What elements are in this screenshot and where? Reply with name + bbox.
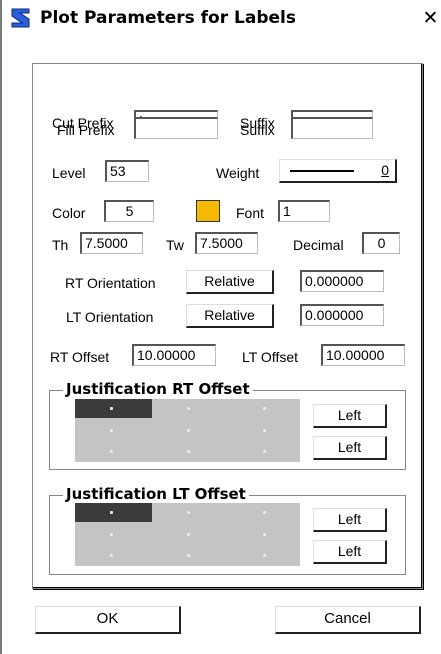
- justification-rt-title: Justification RT Offset: [63, 380, 253, 398]
- grid-dot: [187, 533, 190, 536]
- justification-lt-button-1[interactable]: Left: [313, 508, 387, 532]
- weight-label: Weight: [216, 165, 260, 181]
- fill-prefix-label: Fill Prefix: [57, 122, 115, 138]
- tw-label: Tw: [166, 237, 184, 253]
- lt-orientation-label: LT Orientation: [66, 309, 154, 325]
- color-swatch[interactable]: [196, 200, 220, 222]
- close-icon[interactable]: ✕: [418, 6, 441, 32]
- grid-dot: [110, 554, 113, 557]
- font-input[interactable]: 1: [278, 200, 330, 222]
- weight-value: 0: [381, 162, 389, 178]
- window-title: Plot Parameters for Labels: [40, 8, 296, 28]
- color-label: Color: [52, 205, 86, 221]
- grid-dot: [110, 450, 113, 453]
- ok-button[interactable]: OK: [35, 606, 181, 634]
- grid-dot: [263, 450, 266, 453]
- justification-lt-selected-cell: [75, 503, 152, 522]
- level-label: Level: [52, 165, 86, 181]
- app-icon: [9, 6, 33, 30]
- weight-line: [290, 170, 354, 172]
- lt-orientation-button[interactable]: Relative: [186, 304, 274, 328]
- grid-dot: [263, 554, 266, 557]
- grid-dot: [187, 511, 190, 514]
- grid-dot: [187, 554, 190, 557]
- title-bar[interactable]: Plot Parameters for Labels ✕: [2, 0, 441, 35]
- lt-offset-input[interactable]: 10.00000: [321, 344, 405, 366]
- grid-dot: [187, 429, 190, 432]
- justification-lt-grid[interactable]: [75, 503, 300, 566]
- grid-dot: [263, 533, 266, 536]
- justification-rt-button-2[interactable]: Left: [313, 436, 387, 460]
- justification-rt-grid[interactable]: [75, 399, 300, 462]
- th-input[interactable]: 7.5000: [80, 232, 143, 254]
- fill-suffix-label: Suffix: [240, 122, 275, 138]
- cancel-button[interactable]: Cancel: [275, 606, 421, 634]
- fill-prefix-input[interactable]: [134, 117, 218, 139]
- lt-orientation-input[interactable]: 0.000000: [300, 304, 384, 326]
- color-input[interactable]: 5: [104, 200, 154, 222]
- decimal-input[interactable]: 0: [362, 232, 400, 254]
- tw-input[interactable]: 7.5000: [195, 232, 258, 254]
- grid-dot: [187, 450, 190, 453]
- justification-rt-button-1[interactable]: Left: [313, 404, 387, 428]
- grid-dot: [187, 407, 190, 410]
- font-label: Font: [236, 205, 265, 221]
- justification-lt-button-2[interactable]: Left: [313, 540, 387, 564]
- rt-orientation-label: RT Orientation: [65, 275, 156, 291]
- rt-orientation-input[interactable]: 0.000000: [300, 270, 384, 292]
- th-label: Th: [52, 237, 69, 253]
- grid-dot: [263, 511, 266, 514]
- justification-lt-title: Justification LT Offset: [63, 485, 249, 503]
- fill-suffix-input[interactable]: [291, 117, 373, 139]
- grid-dot: [263, 407, 266, 410]
- lt-offset-label: LT Offset: [242, 349, 299, 365]
- grid-dot: [110, 407, 113, 410]
- level-input[interactable]: 53: [105, 160, 149, 182]
- grid-dot: [110, 429, 113, 432]
- dialog-window: Plot Parameters for Labels ✕ Cut Prefix …: [0, 0, 441, 654]
- weight-button[interactable]: 0: [279, 159, 397, 183]
- grid-dot: [263, 429, 266, 432]
- decimal-label: Decimal: [293, 237, 344, 253]
- grid-dot: [110, 533, 113, 536]
- rt-orientation-button[interactable]: Relative: [186, 270, 274, 294]
- grid-dot: [110, 511, 113, 514]
- rt-offset-input[interactable]: 10.00000: [132, 344, 216, 366]
- rt-offset-label: RT Offset: [50, 349, 110, 365]
- justification-rt-selected-cell: [75, 399, 152, 418]
